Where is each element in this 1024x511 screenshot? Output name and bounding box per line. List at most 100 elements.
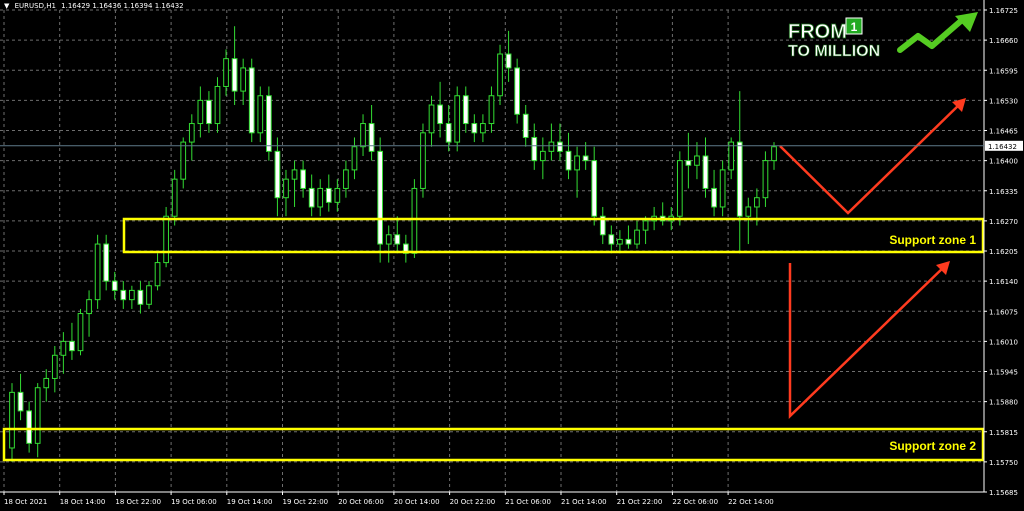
candle-body [685,160,692,166]
candle-body [86,299,92,315]
candle-body [308,187,315,208]
candle-body [420,132,426,189]
candle-body [171,178,178,217]
logo-line2: TO MILLION [788,43,880,60]
candle-body [642,220,649,231]
candle-body [719,169,726,208]
candle-body [505,53,512,69]
logo-line1: FROM [788,21,847,43]
y-tick-label: 1.15880 [989,399,1018,407]
x-tick-label: 19 Oct 14:00 [227,498,273,506]
candle-body [480,123,486,134]
candle-body [94,243,101,301]
candle-body [291,169,298,180]
candle-body [488,95,495,125]
candle-body [454,95,461,143]
candle-body [617,238,623,245]
candle-body [34,387,41,444]
candle-body [154,262,161,287]
y-tick-label: 1.16465 [989,128,1018,136]
y-tick-label: 1.16530 [989,97,1018,105]
candle-body [265,95,272,152]
candle-body [360,123,366,148]
candle-body [634,229,640,245]
ohlc-values: 1.16429 1.16436 1.16394 1.16432 [61,2,184,10]
candle-body [214,85,221,125]
candle-body [711,187,717,208]
support-zone-1-label: Support zone 1 [889,233,976,247]
candle-body [69,340,75,352]
y-tick-label: 1.16075 [989,308,1018,316]
candle-body [428,104,435,134]
candle-body [377,150,384,245]
candle-body [343,169,349,189]
candle-body [248,67,255,134]
x-tick-label: 21 Oct 06:00 [505,498,551,506]
x-tick-label: 22 Oct 06:00 [672,498,718,506]
x-tick-label: 20 Oct 06:00 [338,498,384,506]
candle-body [257,95,264,134]
candle-body [754,197,760,208]
candle-body [762,160,769,199]
candle-body [565,150,572,171]
x-tick-label: 19 Oct 22:00 [283,498,329,506]
candle-body [43,377,50,389]
candle-body [557,141,563,152]
candle-body [17,391,24,412]
candle-body [120,289,127,301]
y-tick-label: 1.15945 [989,369,1018,377]
x-tick-label: 20 Oct 22:00 [450,498,496,506]
y-tick-label: 1.15685 [989,489,1018,497]
y-tick-label: 1.15815 [989,429,1018,437]
x-tick-label: 18 Oct 22:00 [115,498,161,506]
candle-body [676,160,683,217]
x-tick-label: 18 Oct 14:00 [60,498,106,506]
y-tick-label: 1.16725 [989,7,1018,15]
candle-body [240,67,247,92]
candle-body [60,340,67,356]
candle-body [51,354,58,379]
candle-body [334,187,341,203]
y-tick-label: 1.16140 [989,278,1018,286]
candle-body [531,136,538,162]
x-tick-label: 20 Oct 14:00 [394,498,440,506]
candle-body [180,141,187,180]
candle-body [548,141,555,152]
candle-body [188,123,195,143]
candle-body [462,95,469,125]
dropdown-triangle-icon[interactable]: ▼ [4,2,9,10]
candle-body [497,53,503,97]
candle-body [582,155,589,162]
candle-body [625,238,632,245]
candle-body [411,187,418,254]
symbol-label: EURUSD,H1 [14,2,56,10]
candle-body [522,113,529,138]
candle-body [745,206,752,217]
candle-body [26,410,32,444]
candle-body [274,150,281,199]
y-tick-label: 1.16010 [989,338,1018,346]
candle-body [368,123,375,152]
candle-body [351,146,358,171]
candle-body [223,58,229,87]
current-price-label: 1.16432 [988,143,1017,151]
candle-body [591,160,598,217]
candle-body [103,243,110,282]
candle-body [231,58,238,92]
price-chart[interactable]: Support zone 1 Support zone 2 1.16725 1.1… [0,0,1024,511]
candle-body [394,234,401,245]
x-tick-label: 19 Oct 06:00 [171,498,217,506]
y-tick-label: 1.16335 [989,188,1018,196]
candle-body [163,215,169,264]
candle-body [574,155,580,171]
candle-body [300,169,306,189]
candle-body [437,104,443,125]
y-tick-label: 1.16660 [989,37,1018,45]
candle-body [771,146,777,162]
candle-body [325,187,332,203]
candle-body [283,178,289,199]
candle-body [317,187,324,208]
candle-body [608,234,615,245]
chart-background [0,0,1024,511]
support-zone-2-label: Support zone 2 [889,439,976,453]
